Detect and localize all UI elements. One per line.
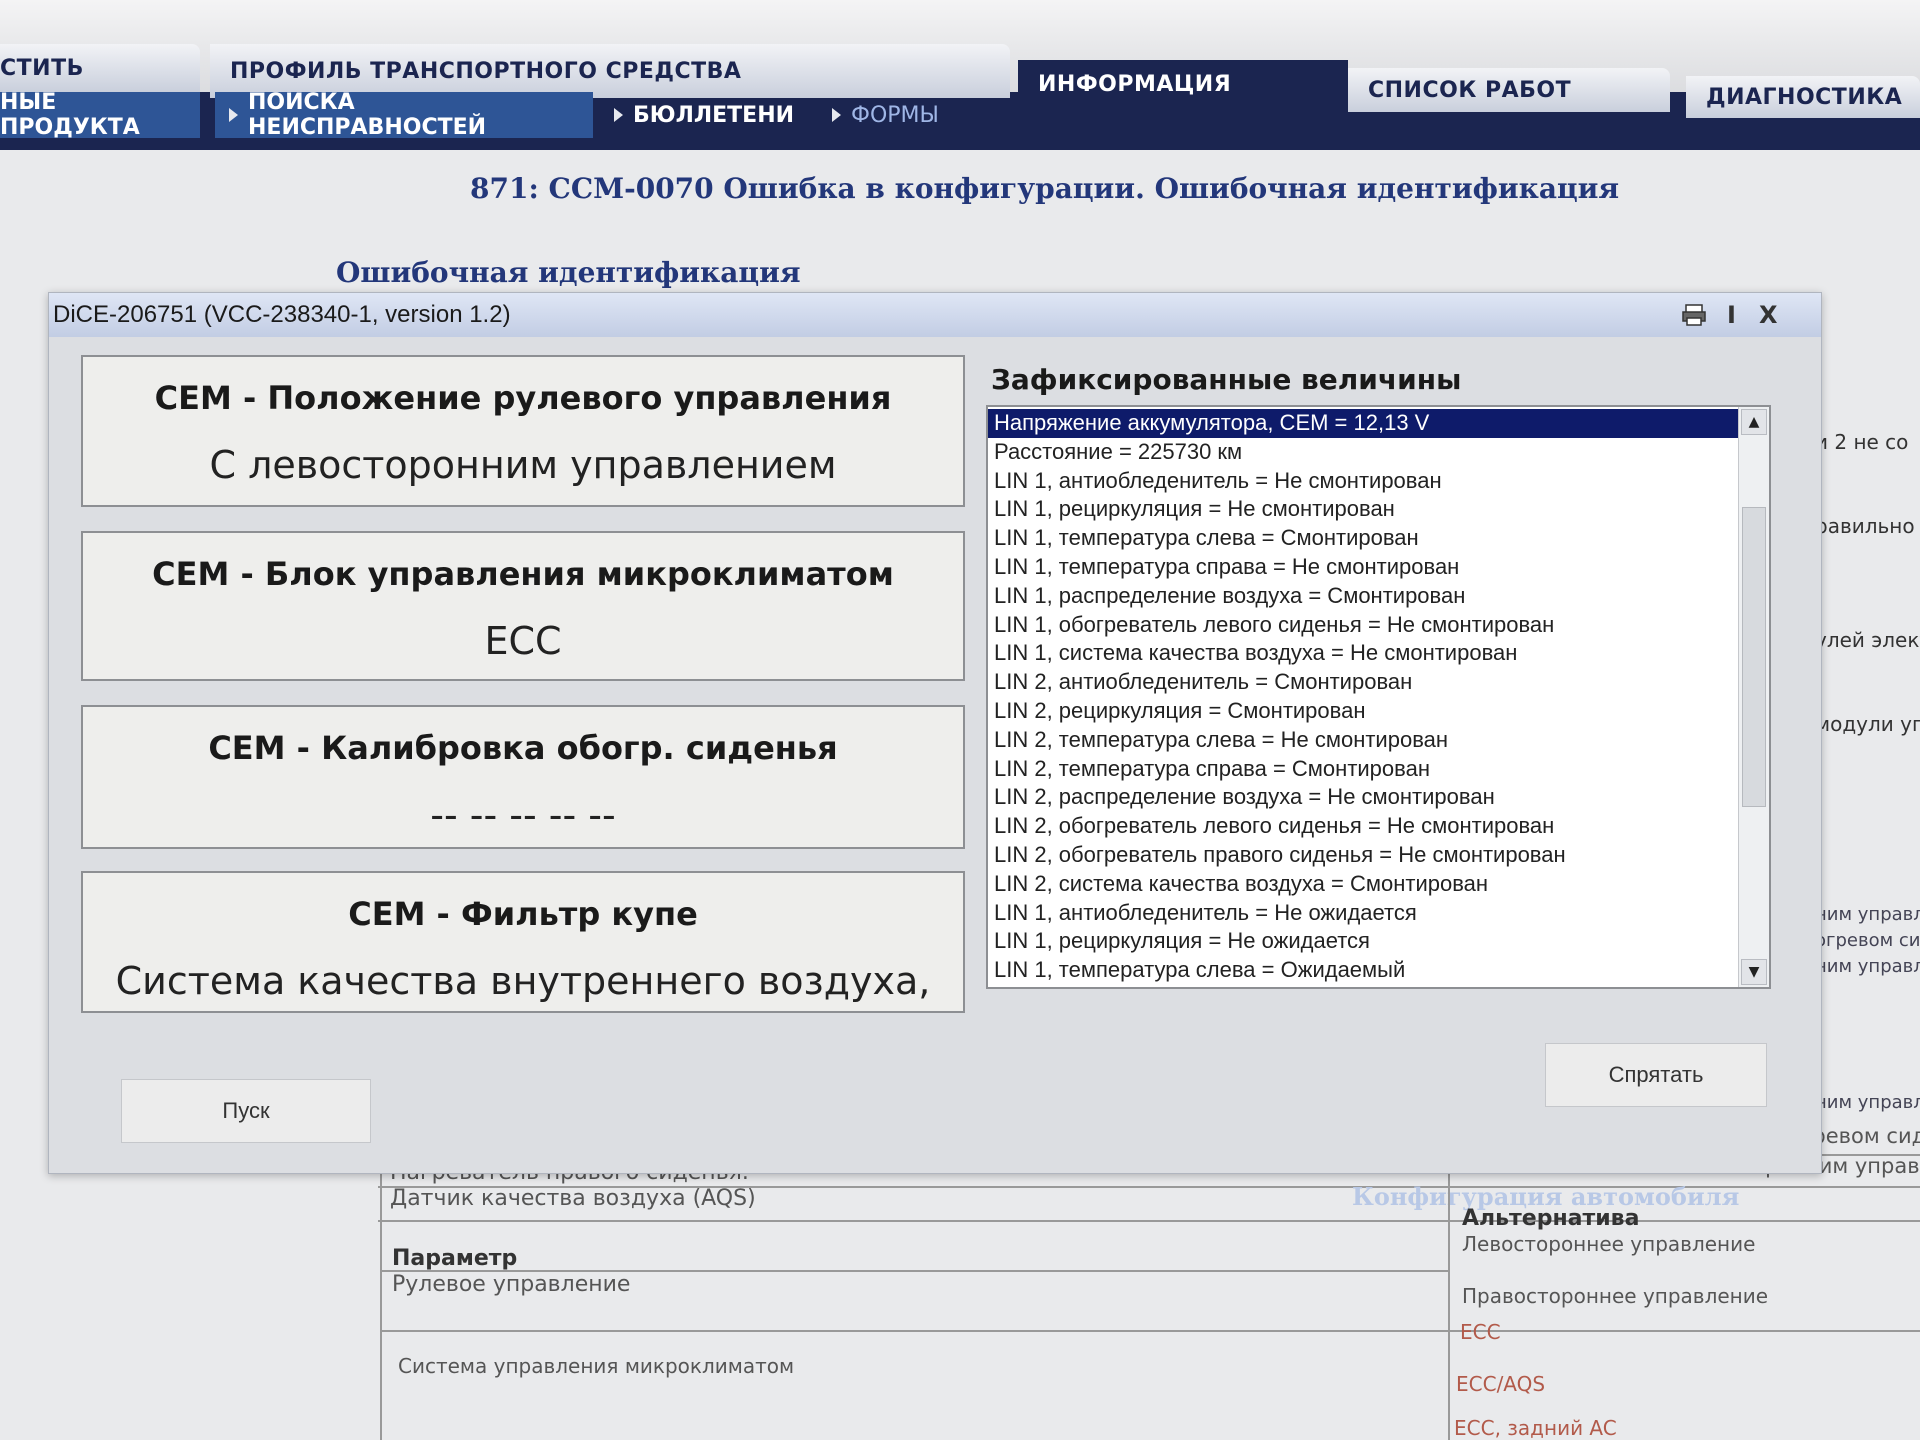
background-text: и 2 не со (1815, 430, 1909, 454)
scroll-up-icon[interactable]: ▲ (1741, 409, 1767, 435)
card-seat-heating-calibration: CEM - Калибровка обогр. сиденья -- -- --… (81, 705, 965, 849)
card-value: ECC (484, 619, 562, 663)
divider (378, 1220, 1920, 1222)
tab-label: ИНФОРМАЦИЯ (1038, 71, 1232, 97)
subtab-troubleshooting[interactable]: ПОИСКА НЕИСПРАВНОСТЕЙ (215, 90, 593, 140)
card-title: CEM - Калибровка обогр. сиденья (208, 729, 838, 767)
subtab-label: ПОИСКА НЕИСПРАВНОСТЕЙ (248, 90, 487, 140)
tab-label: СПИСОК РАБОТ (1368, 77, 1572, 103)
background-text: ним управле (1815, 1092, 1920, 1113)
background-text: огревом сиде (1815, 930, 1920, 951)
background-text: равильно (1815, 514, 1915, 538)
card-title: CEM - Положение рулевого управления (154, 379, 892, 417)
table-cell-alternative: ECC (1460, 1320, 1501, 1344)
list-item[interactable]: LIN 2, распределение воздуха = Не смонти… (988, 783, 1740, 812)
print-icon[interactable] (1681, 303, 1707, 333)
tab-work-list[interactable]: СПИСОК РАБОТ (1348, 68, 1670, 112)
arrow-right-icon (229, 108, 238, 122)
card-value: С левосторонним управлением (209, 443, 837, 487)
card-value: -- -- -- -- -- (430, 793, 616, 837)
table-header-parameter: Параметр (392, 1246, 518, 1271)
table-cell-alternative: ECC, задний AC (1454, 1416, 1617, 1440)
list-item[interactable]: LIN 1, температура справа = Не смонтиров… (988, 553, 1740, 582)
list-item[interactable]: LIN 1, рециркуляция = Не смонтирован (988, 495, 1740, 524)
fixed-values-title: Зафиксированные величины (991, 363, 1462, 396)
list-item[interactable]: LIN 1, антиобледенитель = Не ожидается (988, 899, 1740, 928)
list-item[interactable]: LIN 2, температура справа = Смонтирован (988, 755, 1740, 784)
minimize-button[interactable]: I (1727, 301, 1736, 329)
background-text: ним управле (1815, 904, 1920, 925)
divider (380, 1140, 382, 1440)
card-steering-position: CEM - Положение рулевого управления С ле… (81, 355, 965, 507)
tab-partial[interactable]: СТИТЬ (0, 44, 200, 92)
table-cell-parameter: Система управления микроклиматом (398, 1354, 795, 1378)
list-item[interactable]: LIN 1, температура слева = Ожидаемый (988, 956, 1740, 985)
list-item[interactable]: LIN 2, антиобледенитель = Смонтирован (988, 668, 1740, 697)
table-header-alternative: Альтернатива (1462, 1206, 1640, 1231)
list-item[interactable]: LIN 1, температура слева = Смонтирован (988, 524, 1740, 553)
background-text: улей элект (1815, 628, 1920, 652)
list-item[interactable]: LIN 1, обогреватель правого сиденья = Не… (988, 985, 1740, 987)
scroll-thumb[interactable] (1742, 507, 1766, 807)
background-text: модули упр (1815, 712, 1920, 736)
list-item[interactable]: LIN 1, рециркуляция = Не ожидается (988, 927, 1740, 956)
dialog-titlebar: DiCE-206751 (VCC-238340-1, version 1.2) … (49, 293, 1821, 337)
dialog-title: DiCE-206751 (VCC-238340-1, version 1.2) (53, 301, 511, 328)
table-cell-alternative: Правостороннее управление (1462, 1284, 1769, 1308)
list-container: Напряжение аккумулятора, CEM = 12,13 V Ра… (988, 409, 1740, 987)
list-item[interactable]: Напряжение аккумулятора, CEM = 12,13 V (988, 409, 1740, 438)
scrollbar[interactable]: ▲ ▼ (1738, 407, 1769, 987)
card-climate-control: CEM - Блок управления микроклиматом ECC (81, 531, 965, 681)
list-item[interactable]: LIN 2, обогреватель правого сиденья = Не… (988, 841, 1740, 870)
list-item[interactable]: Расстояние = 225730 км (988, 438, 1740, 467)
list-item[interactable]: LIN 1, система качества воздуха = Не смо… (988, 639, 1740, 668)
page-title: 871: CCM-0070 Ошибка в конфигурации. Оши… (470, 172, 1620, 205)
arrow-right-icon (832, 108, 841, 122)
close-button[interactable]: X (1759, 301, 1778, 329)
divider (380, 1330, 1920, 1332)
list-item[interactable]: LIN 2, температура слева = Не смонтирова… (988, 726, 1740, 755)
section-title: Ошибочная идентификация (336, 256, 801, 289)
hide-button[interactable]: Спрятать (1545, 1043, 1767, 1107)
background-row-label: Датчик качества воздуха (AQS) (390, 1186, 756, 1211)
tab-information[interactable]: ИНФОРМАЦИЯ (1018, 60, 1348, 108)
start-button[interactable]: Пуск (121, 1079, 371, 1143)
card-title: CEM - Блок управления микроклиматом (152, 555, 894, 593)
dice-dialog: DiCE-206751 (VCC-238340-1, version 1.2) … (48, 292, 1822, 1174)
tab-label: ДИАГНОСТИКА (1706, 84, 1903, 110)
list-item[interactable]: LIN 2, рециркуляция = Смонтирован (988, 697, 1740, 726)
tab-label: СТИТЬ (0, 55, 84, 81)
scroll-down-icon[interactable]: ▼ (1741, 959, 1767, 985)
tab-diagnostics[interactable]: ДИАГНОСТИКА (1686, 76, 1920, 118)
table-cell-alternative: ECC/AQS (1456, 1372, 1546, 1396)
divider (1448, 1130, 1450, 1440)
table-cell-parameter: Рулевое управление (392, 1272, 631, 1297)
card-value: Система качества внутреннего воздуха, (115, 959, 931, 1003)
background-text: ним управле (1815, 956, 1920, 977)
subtab-product-data[interactable]: НЫЕ ПРОДУКТА (0, 90, 200, 140)
arrow-right-icon (614, 108, 623, 122)
subtab-label: НЫЕ ПРОДУКТА (0, 90, 140, 140)
subtab-bulletins[interactable]: БЮЛЛЕТЕНИ (600, 92, 810, 138)
subtab-label: БЮЛЛЕТЕНИ (633, 102, 795, 128)
list-item[interactable]: LIN 1, распределение воздуха = Смонтиров… (988, 582, 1740, 611)
list-item[interactable]: LIN 1, обогреватель левого сиденья = Не … (988, 611, 1740, 640)
list-item[interactable]: LIN 1, антиобледенитель = Не смонтирован (988, 467, 1740, 496)
table-cell-alternative: Левостороннее управление (1462, 1232, 1756, 1256)
list-item[interactable]: LIN 2, система качества воздуха = Смонти… (988, 870, 1740, 899)
subtab-forms[interactable]: ФОРМЫ (818, 92, 988, 138)
list-item[interactable]: LIN 2, обогреватель левого сиденья = Не … (988, 812, 1740, 841)
fixed-values-list[interactable]: Напряжение аккумулятора, CEM = 12,13 V Ра… (986, 405, 1771, 989)
subtab-label: ФОРМЫ (851, 102, 939, 128)
tab-label: ПРОФИЛЬ ТРАНСПОРТНОГО СРЕДСТВА (230, 58, 742, 84)
card-title: CEM - Фильтр купе (348, 895, 698, 933)
card-cabin-filter: CEM - Фильтр купе Система качества внутр… (81, 871, 965, 1013)
